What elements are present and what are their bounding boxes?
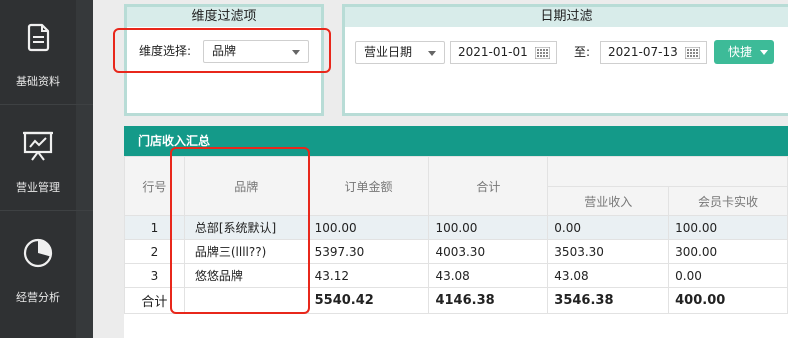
dimension-select-label: 维度选择:: [139, 44, 192, 58]
col-header-brand[interactable]: 品牌: [183, 156, 309, 216]
member-card-cell: 0.00: [668, 263, 788, 288]
calendar-icon[interactable]: [685, 47, 700, 59]
summary-table-title: 门店收入汇总: [124, 126, 788, 156]
totals-row: 合计 5540.42 4146.38 3546.38 400.00: [124, 287, 788, 314]
chevron-down-icon: [292, 50, 300, 55]
sidebar: 基础资料 营业管理 经营分析: [0, 0, 93, 338]
date-range-to-label: 至:: [574, 45, 591, 59]
dimension-select-value: 品牌: [212, 44, 237, 58]
dimension-filter-title: 维度过滤项: [127, 7, 321, 27]
table-row[interactable]: 3 悠悠品牌 43.12 43.08 43.08 0.00: [124, 263, 788, 288]
col-header-business-income[interactable]: 营业收入: [547, 186, 670, 216]
pie-chart-icon: [23, 238, 53, 268]
sidebar-item-label: 基础资料: [16, 75, 60, 88]
totals-order-amount: 5540.42: [307, 287, 430, 314]
member-card-cell: 300.00: [668, 239, 788, 264]
col-header-order-amount[interactable]: 订单金额: [307, 156, 430, 216]
calendar-icon[interactable]: [535, 47, 550, 59]
order-amount-cell: 100.00: [307, 215, 430, 240]
totals-label: 合计: [124, 287, 185, 314]
date-filter-panel: 日期过滤 营业日期 2021-01-01 至: 2021-07-13 快捷: [342, 4, 788, 116]
order-amount-cell: 5397.30: [307, 239, 430, 264]
chevron-down-icon: [428, 51, 436, 56]
end-date-input[interactable]: 2021-07-13: [600, 41, 707, 64]
dimension-filter-panel: 维度过滤项 维度选择: 品牌: [124, 4, 324, 116]
totals-business-income: 3546.38: [547, 287, 670, 314]
sidebar-item-basic-data[interactable]: 基础资料: [0, 0, 93, 104]
store-income-summary-card: 门店收入汇总 行号 品牌 订单金额 合计 营业收入 会员卡实收 1 总部[系统默…: [124, 126, 788, 338]
summary-table: 行号 品牌 订单金额 合计 营业收入 会员卡实收 1 总部[系统默认] 100.…: [124, 156, 788, 314]
start-date-value: 2021-01-01: [458, 45, 528, 59]
row-no: 2: [124, 239, 185, 264]
sidebar-item-business-management[interactable]: 营业管理: [0, 105, 93, 209]
dimension-select[interactable]: 品牌: [203, 40, 309, 63]
totals-member-card: 400.00: [668, 287, 788, 314]
totals-brand-cell: [183, 287, 309, 314]
order-amount-cell: 43.12: [307, 263, 430, 288]
presentation-icon: [23, 131, 53, 161]
sidebar-item-business-analysis[interactable]: 经营分析: [0, 211, 93, 315]
col-header-group: [547, 156, 788, 187]
brand-cell: 品牌三(llll??): [183, 239, 309, 264]
total-cell: 43.08: [428, 263, 549, 288]
date-type-select[interactable]: 营业日期: [355, 41, 445, 64]
col-header-row-no: 行号: [124, 156, 185, 216]
business-income-cell: 3503.30: [547, 239, 670, 264]
sidebar-item-label: 营业管理: [16, 181, 60, 194]
table-row[interactable]: 1 总部[系统默认] 100.00 100.00 0.00 100.00: [124, 215, 788, 240]
total-cell: 4003.30: [428, 239, 549, 264]
brand-cell: 总部[系统默认]: [183, 215, 309, 240]
start-date-input[interactable]: 2021-01-01: [450, 41, 557, 64]
row-no: 3: [124, 263, 185, 288]
table-row[interactable]: 2 品牌三(llll??) 5397.30 4003.30 3503.30 30…: [124, 239, 788, 264]
sidebar-item-label: 经营分析: [16, 291, 60, 304]
business-income-cell: 0.00: [547, 215, 670, 240]
date-type-value: 营业日期: [364, 45, 413, 59]
total-cell: 100.00: [428, 215, 549, 240]
end-date-value: 2021-07-13: [608, 45, 678, 59]
quick-range-label: 快捷: [728, 45, 753, 59]
business-income-cell: 43.08: [547, 263, 670, 288]
date-filter-title: 日期过滤: [345, 7, 788, 27]
col-header-member-card[interactable]: 会员卡实收: [668, 186, 788, 216]
quick-range-button[interactable]: 快捷: [714, 40, 774, 64]
chevron-down-icon: [760, 50, 768, 55]
member-card-cell: 100.00: [668, 215, 788, 240]
brand-cell: 悠悠品牌: [183, 263, 309, 288]
totals-total: 4146.38: [428, 287, 549, 314]
document-icon: [27, 23, 50, 52]
row-no: 1: [124, 215, 185, 240]
col-header-total[interactable]: 合计: [428, 156, 549, 216]
